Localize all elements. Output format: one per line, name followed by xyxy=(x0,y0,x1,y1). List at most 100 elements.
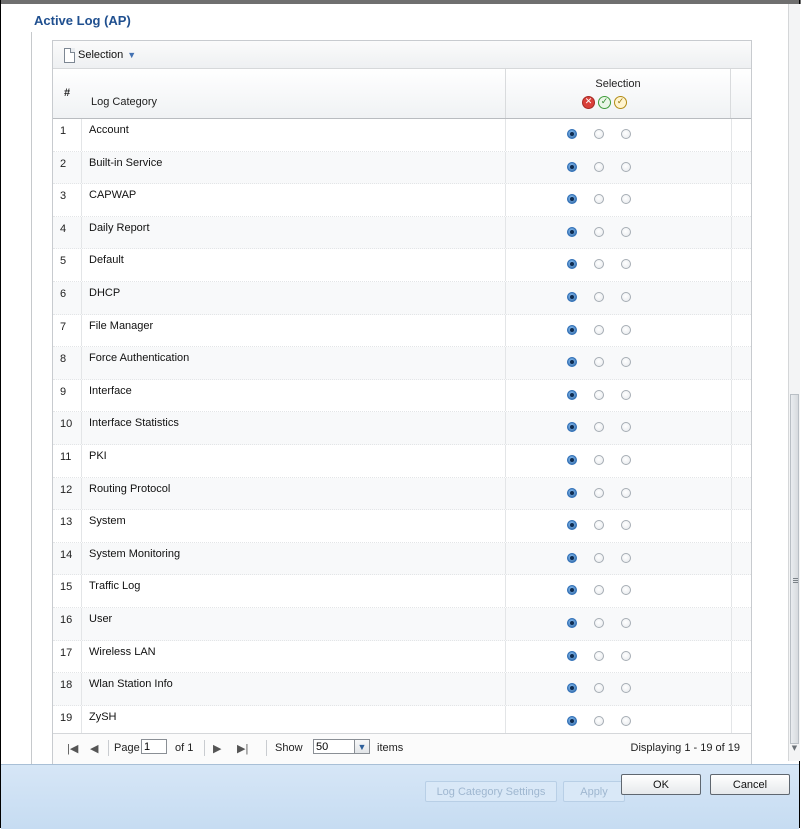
enable-radio[interactable] xyxy=(594,715,604,726)
disable-radio[interactable] xyxy=(567,650,577,661)
chevron-down-icon[interactable]: ▼ xyxy=(355,739,370,754)
enable-radio[interactable] xyxy=(594,650,604,661)
table-row: 15 Traffic Log xyxy=(53,575,751,608)
column-divider xyxy=(505,249,506,281)
first-page-icon[interactable]: |◀ xyxy=(67,742,78,755)
page-number-input[interactable] xyxy=(141,739,167,754)
enable-alt-radio[interactable] xyxy=(621,389,631,400)
disable-radio[interactable] xyxy=(567,226,577,237)
disable-radio[interactable] xyxy=(567,585,577,596)
disable-radio[interactable] xyxy=(567,129,577,139)
table-row: 9 Interface xyxy=(53,379,751,413)
enable-radio[interactable] xyxy=(594,161,604,172)
enable-alt-radio[interactable] xyxy=(621,194,631,205)
enable-radio[interactable] xyxy=(594,226,604,237)
column-header-selection: Selection ✕ ✓ ✓ xyxy=(505,69,731,118)
enable-radio[interactable] xyxy=(594,454,604,465)
enable-alt-radio[interactable] xyxy=(621,226,631,237)
disable-radio[interactable] xyxy=(567,617,577,628)
column-divider xyxy=(731,510,732,542)
enable-alt-radio[interactable] xyxy=(621,715,631,726)
log-category-name: CAPWAP xyxy=(89,189,137,202)
enable-alt-radio[interactable] xyxy=(621,357,631,368)
scroll-down-icon[interactable]: ▼ xyxy=(791,745,798,752)
enable-radio[interactable] xyxy=(594,291,604,302)
column-header-log-category[interactable]: Log Category xyxy=(91,96,157,108)
vertical-scrollbar[interactable]: ▼ xyxy=(788,4,800,761)
enable-radio[interactable] xyxy=(594,552,604,563)
disable-radio[interactable] xyxy=(567,324,577,335)
column-header-number[interactable]: # xyxy=(64,87,70,99)
enable-alt-radio[interactable] xyxy=(621,552,631,563)
enable-radio[interactable] xyxy=(594,259,604,270)
disable-radio[interactable] xyxy=(567,194,577,205)
enable-radio[interactable] xyxy=(594,129,604,139)
last-page-icon[interactable]: ▶| xyxy=(237,742,248,755)
document-icon xyxy=(64,47,75,63)
column-divider xyxy=(505,640,506,673)
enable-radio[interactable] xyxy=(594,617,604,628)
log-category-settings-button[interactable]: Log Category Settings xyxy=(425,781,557,802)
selection-radio-group xyxy=(567,422,631,433)
enable-all-icon[interactable]: ✓ xyxy=(598,96,611,109)
disable-radio[interactable] xyxy=(567,161,577,172)
enable-radio[interactable] xyxy=(594,683,604,694)
previous-page-icon[interactable]: ◀ xyxy=(90,742,98,755)
disable-radio[interactable] xyxy=(567,552,577,563)
disable-radio[interactable] xyxy=(567,259,577,270)
ok-button[interactable]: OK xyxy=(621,774,701,795)
enable-alt-radio[interactable] xyxy=(621,683,631,694)
column-divider xyxy=(505,412,506,444)
enable-alt-radio[interactable] xyxy=(621,585,631,596)
disable-radio[interactable] xyxy=(567,487,577,498)
enable-radio[interactable] xyxy=(594,357,604,368)
enable-radio[interactable] xyxy=(594,520,604,531)
log-category-name: Interface xyxy=(89,384,132,397)
column-divider xyxy=(731,151,732,184)
enable-radio[interactable] xyxy=(594,194,604,205)
enable-alt-radio[interactable] xyxy=(621,259,631,270)
grid-rows: 1 Account 2 Built-in Service 3 CAPWAP 4 Daily R… xyxy=(53,119,751,739)
disable-radio[interactable] xyxy=(567,389,577,400)
selection-header-icons: ✕ ✓ ✓ xyxy=(582,96,627,109)
disable-radio[interactable] xyxy=(567,683,577,694)
column-divider xyxy=(731,575,732,607)
enable-alt-radio[interactable] xyxy=(621,129,631,139)
scrollbar-thumb[interactable] xyxy=(790,394,799,744)
enable-all-alt-icon[interactable]: ✓ xyxy=(614,96,627,109)
table-row: 6 DHCP xyxy=(53,281,751,315)
cancel-button[interactable]: Cancel xyxy=(710,774,790,795)
disable-all-icon[interactable]: ✕ xyxy=(582,96,595,109)
disable-radio[interactable] xyxy=(567,520,577,531)
log-category-name: DHCP xyxy=(89,286,121,299)
log-category-name: Force Authentication xyxy=(89,352,190,365)
selection-menu-button[interactable]: Selection ▼ xyxy=(64,46,136,64)
disable-radio[interactable] xyxy=(567,454,577,465)
disable-radio[interactable] xyxy=(567,291,577,302)
row-number: 17 xyxy=(60,646,73,659)
enable-alt-radio[interactable] xyxy=(621,324,631,335)
enable-radio[interactable] xyxy=(594,389,604,400)
enable-radio[interactable] xyxy=(594,585,604,596)
enable-alt-radio[interactable] xyxy=(621,617,631,628)
enable-alt-radio[interactable] xyxy=(621,650,631,661)
disable-radio[interactable] xyxy=(567,422,577,433)
enable-alt-radio[interactable] xyxy=(621,520,631,531)
enable-alt-radio[interactable] xyxy=(621,161,631,172)
apply-button[interactable]: Apply xyxy=(563,781,625,802)
enable-alt-radio[interactable] xyxy=(621,291,631,302)
column-divider xyxy=(731,640,732,673)
next-page-icon[interactable]: ▶ xyxy=(213,742,221,755)
column-divider xyxy=(731,477,732,510)
disable-radio[interactable] xyxy=(567,357,577,368)
enable-alt-radio[interactable] xyxy=(621,422,631,433)
enable-radio[interactable] xyxy=(594,487,604,498)
enable-alt-radio[interactable] xyxy=(621,487,631,498)
selection-radio-group xyxy=(567,650,631,661)
enable-radio[interactable] xyxy=(594,422,604,433)
enable-radio[interactable] xyxy=(594,324,604,335)
enable-alt-radio[interactable] xyxy=(621,454,631,465)
disable-radio[interactable] xyxy=(567,715,577,726)
page-size-select[interactable] xyxy=(313,739,355,754)
row-number: 7 xyxy=(60,320,67,333)
